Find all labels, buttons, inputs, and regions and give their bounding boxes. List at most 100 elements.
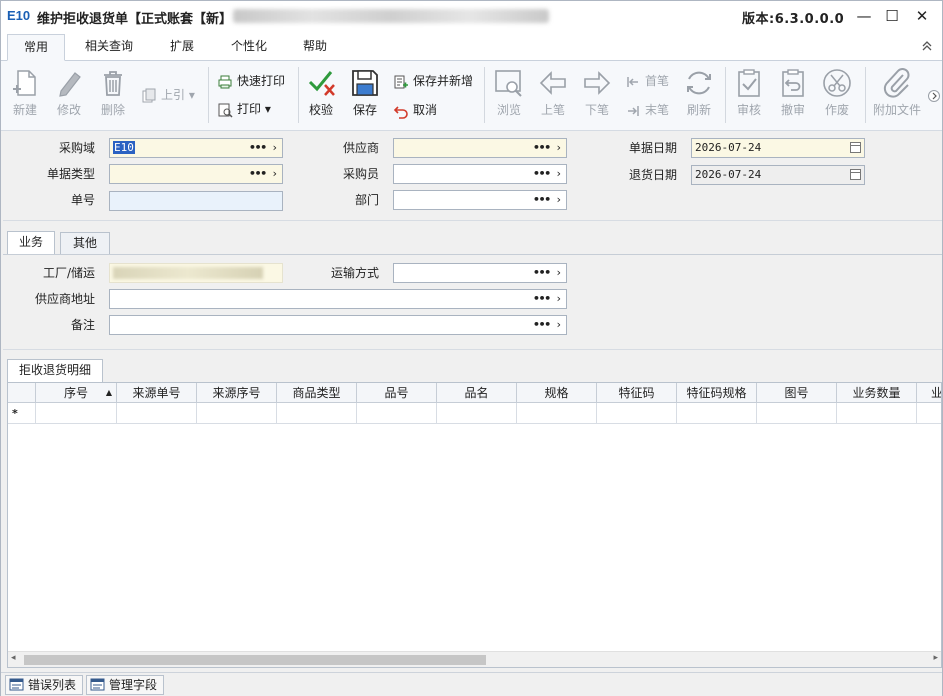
approve-button[interactable]: 审核 [727, 65, 771, 123]
lookup-ellipsis-icon[interactable]: ••• [249, 165, 267, 183]
table-cell[interactable] [597, 403, 677, 424]
first-button[interactable]: 首笔 [625, 70, 669, 92]
table-row[interactable]: * [8, 403, 941, 424]
tab-common[interactable]: 常用 [7, 34, 65, 61]
close-button[interactable]: ✕ [909, 5, 935, 27]
table-cell[interactable] [117, 403, 197, 424]
department-field[interactable]: ••• › [393, 190, 567, 210]
ribbon-toolbar: 新建 修改 删除 上引 ▾ 快速打印 打印 ▾ 校验 保存 保存并新增 取消 浏… [1, 61, 942, 131]
save-and-new-button[interactable]: 保存并新增 [393, 70, 473, 92]
chevron-right-icon[interactable]: › [555, 191, 562, 209]
chevron-right-icon[interactable]: › [555, 290, 562, 308]
shipping-method-field[interactable]: ••• › [393, 263, 567, 283]
edit-button[interactable]: 修改 [47, 65, 91, 123]
table-cell[interactable] [357, 403, 437, 424]
scrollbar-thumb[interactable] [24, 655, 486, 665]
print-button[interactable]: 打印 ▾ [217, 98, 271, 120]
scroll-left-icon[interactable]: ◂ [11, 653, 16, 663]
save-button[interactable]: 保存 [343, 65, 387, 123]
column-header[interactable]: 图号 [757, 383, 837, 403]
lookup-ellipsis-icon[interactable]: ••• [533, 139, 551, 157]
lookup-ellipsis-icon[interactable]: ••• [533, 316, 551, 334]
browse-button[interactable]: 浏览 [487, 65, 531, 123]
return-date-field[interactable]: 2026-07-24 [691, 165, 865, 185]
table-cell[interactable] [437, 403, 517, 424]
buyer-field[interactable]: ••• › [393, 164, 567, 184]
column-header[interactable]: 品名 [437, 383, 517, 403]
void-button[interactable]: 作废 [815, 65, 859, 123]
maximize-button[interactable]: ☐ [879, 5, 905, 27]
lookup-ellipsis-icon[interactable]: ••• [533, 290, 551, 308]
unapprove-button[interactable]: 撤审 [771, 65, 815, 123]
toolbar-scroll-right-icon[interactable] [928, 89, 940, 103]
error-list-tab[interactable]: 错误列表 [5, 675, 83, 695]
pull-up-button[interactable]: 上引 ▾ [141, 84, 195, 106]
table-cell[interactable] [36, 403, 117, 424]
table-cell[interactable] [277, 403, 357, 424]
next-button[interactable]: 下笔 [575, 65, 619, 123]
doc-type-field[interactable]: ••• › [109, 164, 283, 184]
column-header[interactable]: 业务数量 [837, 383, 917, 403]
new-button[interactable]: 新建 [3, 65, 47, 123]
lookup-ellipsis-icon[interactable]: ••• [249, 139, 267, 157]
tab-help[interactable]: 帮助 [293, 34, 337, 61]
unapprove-label: 撤审 [780, 103, 805, 117]
chevron-right-icon[interactable]: › [271, 165, 278, 183]
lookup-ellipsis-icon[interactable]: ••• [533, 191, 551, 209]
quick-print-button[interactable]: 快速打印 [217, 70, 285, 92]
calendar-icon[interactable] [850, 142, 861, 153]
scroll-right-icon[interactable]: ▸ [933, 653, 938, 663]
chevron-right-icon[interactable]: › [555, 316, 562, 334]
remark-field[interactable]: ••• › [109, 315, 567, 335]
doc-no-field[interactable] [109, 191, 283, 211]
manage-fields-tab[interactable]: 管理字段 [86, 675, 164, 695]
supplier-label: 供应商 [342, 141, 379, 155]
supplier-field[interactable]: ••• › [393, 138, 567, 158]
tab-personalize[interactable]: 个性化 [221, 34, 277, 61]
validate-button[interactable]: 校验 [299, 65, 343, 123]
delete-button[interactable]: 删除 [91, 65, 135, 123]
column-header[interactable]: 商品类型 [277, 383, 357, 403]
column-header[interactable]: 来源单号 [117, 383, 197, 403]
attach-file-button[interactable]: 附加文件 [869, 65, 925, 123]
column-header[interactable]: 特征码规格 [677, 383, 757, 403]
calendar-icon[interactable] [850, 169, 861, 180]
cancel-button[interactable]: 取消 [393, 99, 437, 121]
chevron-right-icon[interactable]: › [555, 139, 562, 157]
tab-other[interactable]: 其他 [60, 232, 110, 254]
plant-field[interactable] [109, 263, 283, 283]
column-header[interactable]: 业 [917, 383, 941, 403]
table-cell[interactable] [677, 403, 757, 424]
last-label: 末笔 [645, 103, 670, 117]
horizontal-scrollbar[interactable]: ◂ ▸ [8, 651, 941, 667]
supplier-address-label: 供应商地址 [34, 292, 95, 306]
supplier-address-field[interactable]: ••• › [109, 289, 567, 309]
collapse-ribbon-icon[interactable] [920, 39, 934, 53]
lookup-ellipsis-icon[interactable]: ••• [533, 264, 551, 282]
row-indicator-header [8, 383, 36, 403]
minimize-button[interactable]: — [851, 5, 877, 27]
chevron-right-icon[interactable]: › [555, 165, 562, 183]
table-cell[interactable] [197, 403, 277, 424]
column-header[interactable]: 品号 [357, 383, 437, 403]
table-cell[interactable] [517, 403, 597, 424]
tab-reject-return-detail[interactable]: 拒收退货明细 [7, 359, 103, 382]
tab-related-query[interactable]: 相关查询 [73, 34, 145, 61]
column-header[interactable]: 序号 ▲ [36, 383, 117, 403]
column-header[interactable]: 特征码 [597, 383, 677, 403]
tab-extend[interactable]: 扩展 [157, 34, 207, 61]
refresh-button[interactable]: 刷新 [677, 65, 721, 123]
pencil-icon [59, 72, 81, 97]
doc-date-field[interactable]: 2026-07-24 [691, 138, 865, 158]
last-button[interactable]: 末笔 [625, 99, 669, 121]
table-cell[interactable] [837, 403, 917, 424]
chevron-right-icon[interactable]: › [555, 264, 562, 282]
table-cell[interactable] [757, 403, 837, 424]
chevron-right-icon[interactable]: › [271, 139, 278, 157]
column-header[interactable]: 来源序号 [197, 383, 277, 403]
prev-button[interactable]: 上笔 [531, 65, 575, 123]
tab-business[interactable]: 业务 [7, 231, 55, 254]
lookup-ellipsis-icon[interactable]: ••• [533, 165, 551, 183]
purchase-domain-field[interactable]: E10 ••• › [109, 138, 283, 158]
column-header[interactable]: 规格 [517, 383, 597, 403]
